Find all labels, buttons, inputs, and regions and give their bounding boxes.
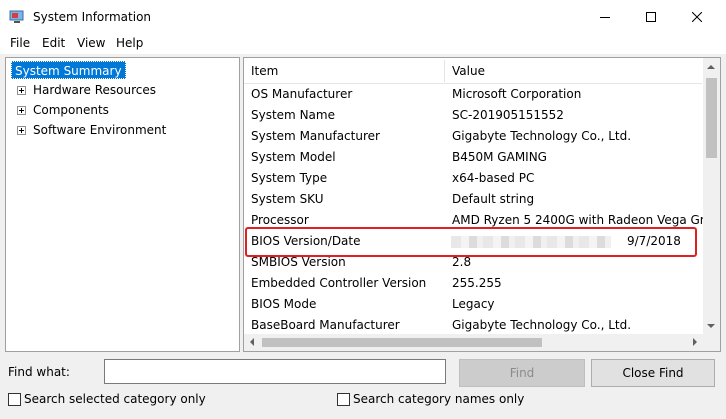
row-item: System Name bbox=[251, 108, 335, 122]
minimize-icon bbox=[600, 17, 610, 18]
menu-bar: File Edit View Help bbox=[0, 34, 726, 54]
row-item: System Manufacturer bbox=[251, 129, 380, 143]
row-value: x64-based PC bbox=[452, 171, 535, 185]
row-value: Default string bbox=[452, 192, 535, 206]
menu-help[interactable]: Help bbox=[116, 36, 143, 50]
table-row[interactable]: System SKU Default string bbox=[244, 189, 702, 210]
close-icon bbox=[692, 12, 702, 22]
find-input[interactable] bbox=[104, 359, 446, 384]
column-divider[interactable] bbox=[444, 60, 445, 82]
vertical-scroll-thumb[interactable] bbox=[706, 78, 717, 158]
scroll-down-icon[interactable] bbox=[707, 324, 715, 332]
row-value: Microsoft Corporation bbox=[452, 87, 582, 101]
menu-file[interactable]: File bbox=[10, 36, 30, 50]
bios-highlight-box bbox=[245, 227, 697, 257]
table-row[interactable]: Embedded Controller Version 255.255 bbox=[244, 273, 702, 294]
row-item: BIOS Mode bbox=[251, 297, 317, 311]
system-information-icon bbox=[9, 10, 24, 23]
table-row[interactable]: BaseBoard Manufacturer Gigabyte Technolo… bbox=[244, 315, 702, 336]
table-row[interactable]: System Manufacturer Gigabyte Technology … bbox=[244, 126, 702, 147]
window-title: System Information bbox=[33, 10, 152, 24]
row-value: Legacy bbox=[452, 297, 495, 311]
row-value: Gigabyte Technology Co., Ltd. bbox=[452, 318, 632, 332]
row-item: BaseBoard Manufacturer bbox=[251, 318, 400, 332]
expand-icon[interactable] bbox=[17, 86, 26, 95]
row-item: OS Manufacturer bbox=[251, 87, 353, 101]
row-value: SC-201905151552 bbox=[452, 108, 564, 122]
search-selected-label: Search selected category only bbox=[24, 392, 206, 406]
row-item: System Type bbox=[251, 171, 328, 185]
details-list[interactable]: Item Value OS Manufacturer Microsoft Cor… bbox=[243, 57, 721, 352]
tree-item-software-environment[interactable]: Software Environment bbox=[33, 121, 166, 139]
table-row[interactable]: System Type x64-based PC bbox=[244, 168, 702, 189]
maximize-icon bbox=[646, 12, 656, 22]
row-value: Gigabyte Technology Co., Ltd. bbox=[452, 129, 632, 143]
row-item: System SKU bbox=[251, 192, 324, 206]
menu-edit[interactable]: Edit bbox=[42, 36, 65, 50]
search-names-label: Search category names only bbox=[353, 392, 525, 406]
vertical-scrollbar[interactable] bbox=[703, 58, 720, 335]
close-button[interactable] bbox=[674, 0, 720, 34]
search-selected-checkbox[interactable] bbox=[8, 392, 21, 406]
scroll-up-icon[interactable] bbox=[707, 61, 715, 69]
title-bar: System Information bbox=[0, 0, 726, 34]
expand-icon[interactable] bbox=[17, 106, 26, 115]
row-item: System Model bbox=[251, 150, 336, 164]
row-item: Embedded Controller Version bbox=[251, 276, 427, 290]
table-row[interactable]: BIOS Mode Legacy bbox=[244, 294, 702, 315]
scrollbar-corner bbox=[703, 334, 720, 351]
tree-item-components[interactable]: Components bbox=[33, 101, 109, 119]
tree-item-system-summary[interactable]: System Summary bbox=[11, 61, 126, 79]
tree-item-hardware-resources[interactable]: Hardware Resources bbox=[33, 81, 156, 99]
row-value: B450M GAMING bbox=[452, 150, 547, 164]
scroll-right-icon[interactable] bbox=[693, 338, 701, 346]
horizontal-scrollbar[interactable] bbox=[244, 334, 720, 351]
search-names-checkbox[interactable] bbox=[337, 392, 350, 406]
column-header-item[interactable]: Item bbox=[251, 64, 278, 78]
minimize-button[interactable] bbox=[582, 0, 628, 34]
table-row[interactable]: System Name SC-201905151552 bbox=[244, 105, 702, 126]
table-row[interactable]: OS Manufacturer Microsoft Corporation bbox=[244, 84, 702, 105]
table-row[interactable]: System Model B450M GAMING bbox=[244, 147, 702, 168]
menu-view[interactable]: View bbox=[77, 36, 105, 50]
list-header: Item Value bbox=[244, 58, 702, 84]
search-selected-category-option[interactable]: Search selected category only bbox=[8, 391, 206, 407]
row-value: 255.255 bbox=[452, 276, 502, 290]
find-button[interactable]: Find bbox=[459, 359, 585, 387]
maximize-button[interactable] bbox=[628, 0, 674, 34]
close-find-button[interactable]: Close Find bbox=[591, 359, 715, 387]
horizontal-scroll-thumb[interactable] bbox=[262, 338, 542, 347]
category-tree[interactable]: System Summary Hardware Resources Compon… bbox=[5, 57, 240, 352]
scroll-left-icon[interactable] bbox=[246, 338, 254, 346]
find-label: Find what: bbox=[8, 365, 70, 379]
search-category-names-option[interactable]: Search category names only bbox=[337, 391, 524, 407]
column-header-value[interactable]: Value bbox=[452, 64, 485, 78]
expand-icon[interactable] bbox=[17, 126, 26, 135]
